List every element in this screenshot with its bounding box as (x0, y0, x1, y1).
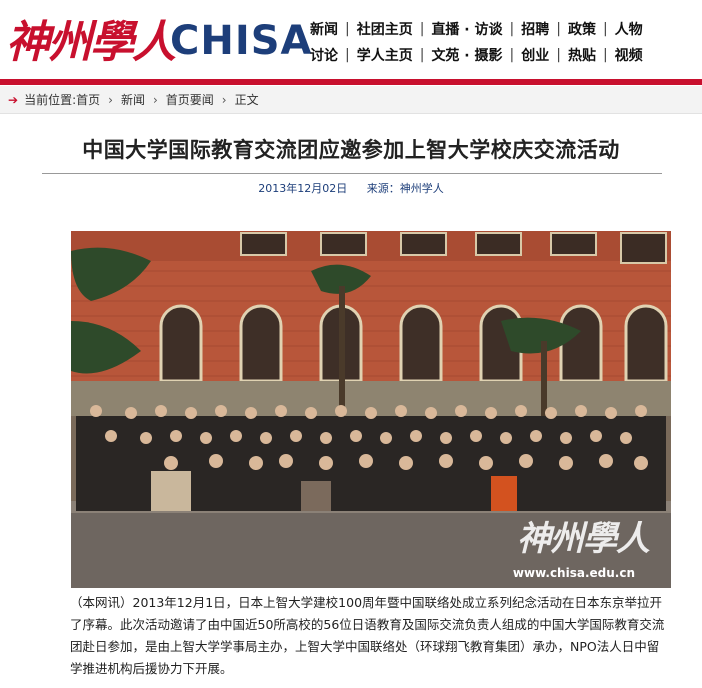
breadcrumb-top-news[interactable]: 首页要闻 (166, 91, 214, 108)
chevron-right-icon: › (152, 92, 158, 107)
nav-link[interactable]: 讨论 (310, 45, 338, 65)
article-paragraph: （本网讯）2013年12月1日，日本上智大学建校100周年暨中国联络处成立系列纪… (70, 595, 665, 676)
nav-separator: | (345, 21, 350, 37)
breadcrumb-prefix: 当前位置: (24, 93, 77, 107)
breadcrumb: ➔ 当前位置: 首页 › 新闻 › 首页要闻 › 正文 (0, 86, 702, 114)
nav-link[interactable]: 政策 (568, 19, 596, 39)
nav-separator: | (556, 47, 561, 63)
arrow-right-icon: ➔ (8, 92, 19, 107)
nav-separator: | (419, 21, 425, 37)
nav-link[interactable]: 学人主页 (357, 45, 413, 65)
site-header: 神州學人 CHISA 新闻 | 社团主页 | 直播 · 访谈 | 招聘 | 政策 | 人物 讨论 | 学… (0, 0, 702, 80)
nav-link[interactable]: 招聘 (521, 19, 549, 39)
article-photo: 神州學人 www.chisa.edu.cn (71, 231, 671, 588)
site-logo-english[interactable]: CHISA (170, 18, 312, 64)
breadcrumb-current: 正文 (234, 93, 259, 107)
nav-link[interactable]: 人物 (615, 19, 643, 39)
nav-separator: | (509, 47, 515, 63)
nav-link[interactable]: 文苑 · 摄影 (431, 45, 502, 65)
site-logo-chinese[interactable]: 神州學人 (6, 6, 176, 70)
breadcrumb-news[interactable]: 新闻 (121, 91, 145, 108)
article-body: （本网讯）2013年12月1日，日本上智大学建校100周年暨中国联络处成立系列纪… (70, 592, 670, 680)
nav-separator: | (419, 47, 425, 63)
nav-separator: | (602, 21, 608, 37)
article-title: 中国大学国际教育交流团应邀参加上智大学校庆交流活动 (82, 138, 620, 162)
nav-link[interactable]: 创业 (521, 45, 549, 65)
article-meta: 2013年12月02日 来源：神州学人 (0, 180, 702, 196)
nav-separator: | (602, 47, 608, 63)
article-date: 2013年12月02日 (258, 182, 348, 195)
header-divider (0, 79, 702, 85)
photo-watermark-url: www.chisa.edu.cn (512, 566, 635, 580)
nav-row-2: 讨论 | 学人主页 | 文苑 · 摄影 | 创业 | 热贴 | 视频 (310, 42, 702, 68)
chevron-right-icon: › (108, 92, 113, 107)
nav-link[interactable]: 新闻 (310, 19, 338, 39)
nav-separator: | (509, 21, 515, 37)
photo-watermark: 神州學人 (517, 519, 650, 559)
nav-link[interactable]: 直播 · 访谈 (431, 19, 502, 39)
nav-separator: | (556, 21, 561, 37)
nav-link[interactable]: 社团主页 (357, 19, 413, 39)
nav-row-1: 新闻 | 社团主页 | 直播 · 访谈 | 招聘 | 政策 | 人物 (310, 16, 702, 42)
nav-link[interactable]: 热贴 (568, 45, 596, 65)
nav-separator: | (345, 47, 350, 63)
title-divider (42, 173, 662, 174)
nav-link[interactable]: 视频 (615, 45, 643, 65)
breadcrumb-home[interactable]: 首页 (76, 91, 100, 108)
main-nav: 新闻 | 社团主页 | 直播 · 访谈 | 招聘 | 政策 | 人物 讨论 | 学人主页 | 文苑 · 摄影… (310, 16, 702, 68)
chevron-right-icon: › (221, 92, 227, 107)
article-source: 来源：神州学人 (366, 182, 444, 195)
